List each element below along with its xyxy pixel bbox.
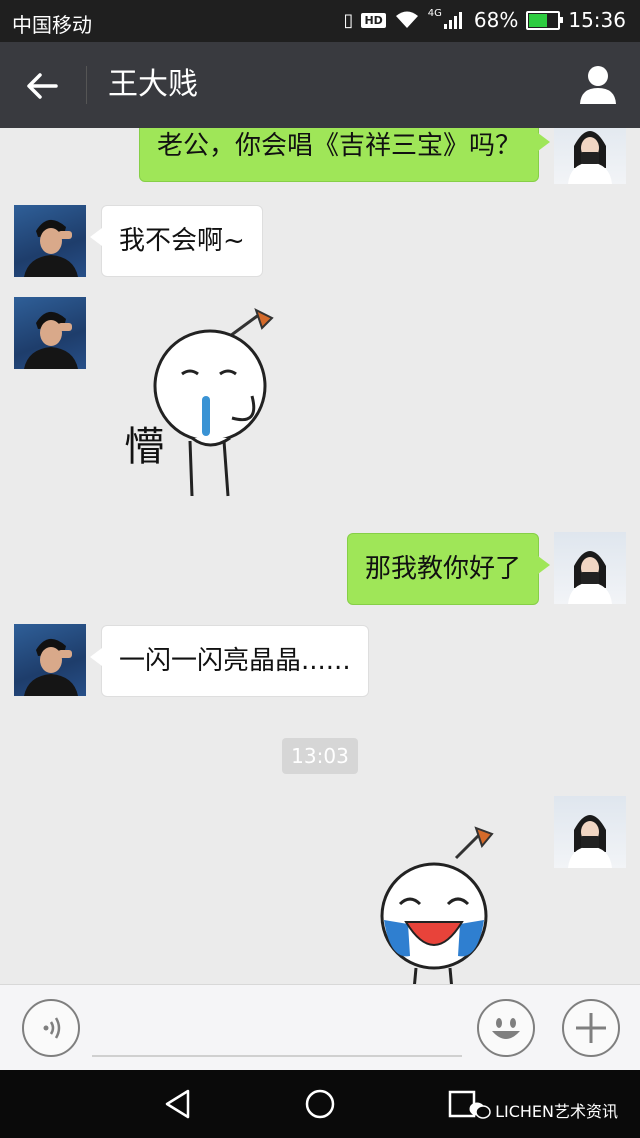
watermark-text: LICHEN艺术资讯 [495, 1102, 618, 1121]
vibrate-icon: ▯ [343, 9, 354, 31]
message-bubble-sent[interactable]: 老公，你会唱《吉祥三宝》吗？ [138, 128, 551, 182]
contact-avatar[interactable] [14, 624, 86, 696]
my-avatar[interactable] [554, 796, 626, 868]
more-options-button[interactable] [562, 999, 620, 1057]
battery-percent: 68% [473, 8, 519, 32]
message-bubble-sent[interactable]: 那我教你好了 [346, 533, 551, 605]
wechat-icon [469, 1102, 491, 1119]
chat-title: 王大贱 [108, 67, 198, 102]
laughing-crying-sticker[interactable] [370, 820, 510, 984]
hd-badge: HD [361, 12, 386, 28]
system-nav-bar: LICHEN艺术资讯 [0, 1070, 640, 1138]
voice-icon [43, 1017, 61, 1039]
plus-icon [576, 1013, 606, 1043]
my-avatar[interactable] [554, 532, 626, 604]
contact-avatar[interactable] [14, 205, 86, 277]
time-divider: 13:03 [282, 738, 358, 774]
contact-avatar[interactable] [14, 297, 86, 369]
carrier-name: 中国移动 [12, 13, 92, 37]
contact-info-icon[interactable] [578, 64, 618, 106]
chat-area: 老公，你会唱《吉祥三宝》吗？ 我不会啊~ 懵 那我教你好了 一闪一闪亮晶晶...… [0, 128, 640, 984]
message-bubble-received[interactable]: 我不会啊~ [90, 205, 263, 277]
battery-icon [526, 10, 564, 30]
watermark: LICHEN艺术资讯 [469, 1098, 618, 1122]
message-bubble-received[interactable]: 一闪一闪亮晶晶...... [90, 625, 369, 697]
status-bar: 中国移动 ▯ HD 4G 68% 15:36 [0, 0, 640, 42]
message-input[interactable] [92, 1055, 462, 1057]
clock: 15:36 [568, 8, 626, 32]
chat-header: 王大贱 [0, 42, 640, 128]
sticker-caption: 懵 [124, 424, 164, 470]
my-avatar[interactable] [554, 128, 626, 184]
nav-home-icon[interactable] [304, 1088, 336, 1120]
signal-icon [443, 12, 462, 29]
header-divider [86, 66, 87, 104]
nav-back-icon[interactable] [162, 1088, 194, 1120]
input-bar [0, 984, 640, 1071]
smiley-icon [492, 1018, 520, 1039]
network-type: 4G [427, 8, 442, 19]
voice-input-button[interactable] [22, 999, 80, 1057]
wifi-icon [395, 11, 418, 28]
confused-sticker[interactable]: 懵 [120, 306, 280, 506]
back-arrow-icon[interactable] [22, 66, 62, 106]
emoji-button[interactable] [477, 999, 535, 1057]
